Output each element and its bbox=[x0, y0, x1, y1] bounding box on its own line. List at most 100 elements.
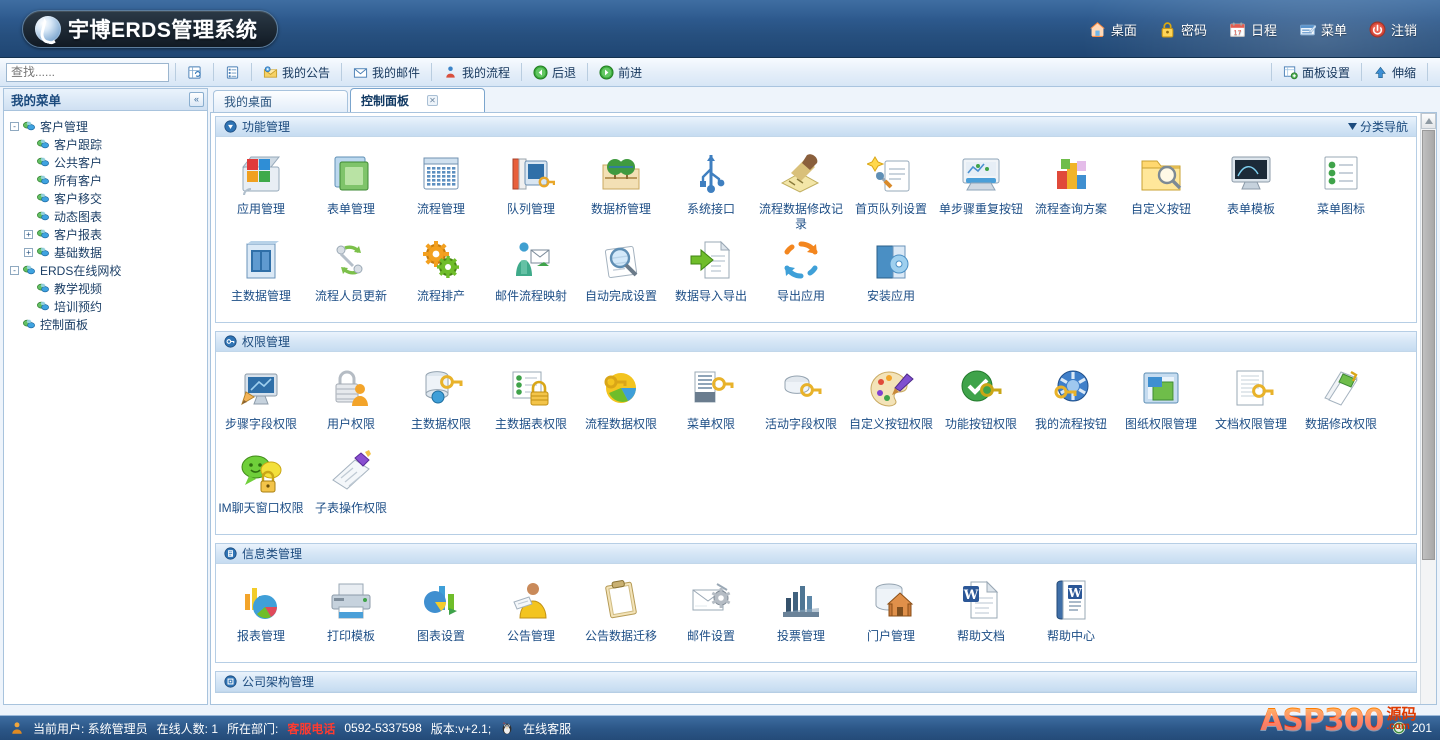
sidebar-item-1[interactable]: 客户跟踪 bbox=[10, 135, 207, 153]
app-item[interactable]: 我的流程按钮 bbox=[1026, 360, 1116, 444]
back-button[interactable]: 后退 bbox=[528, 61, 581, 83]
app-item[interactable]: 打印模板 bbox=[306, 572, 396, 656]
group-header[interactable]: 公司架构管理 bbox=[216, 672, 1416, 692]
app-item[interactable]: 数据导入导出 bbox=[666, 232, 756, 316]
panel-settings-button[interactable]: 面板设置 bbox=[1278, 61, 1355, 83]
topnav-password[interactable]: 密码 bbox=[1150, 14, 1216, 45]
app-item[interactable]: 报表管理 bbox=[216, 572, 306, 656]
app-item[interactable]: 流程排产 bbox=[396, 232, 486, 316]
app-item[interactable]: 数据修改权限 bbox=[1296, 360, 1386, 444]
menu-node-icon bbox=[37, 193, 49, 203]
app-item[interactable]: 自定义按钮 bbox=[1116, 145, 1206, 232]
qq-penguin-icon[interactable] bbox=[500, 721, 514, 735]
app-item[interactable]: 活动字段权限 bbox=[756, 360, 846, 444]
expand-collapse-button[interactable]: 伸缩 bbox=[1368, 61, 1421, 83]
app-item[interactable]: 单步骤重复按钮 bbox=[936, 145, 1026, 232]
vertical-scrollbar[interactable] bbox=[1420, 113, 1436, 704]
sidebar-item-2[interactable]: 公共客户 bbox=[10, 153, 207, 171]
app-item[interactable]: IM聊天窗口权限 bbox=[216, 444, 306, 528]
tab-close-icon[interactable]: ✕ bbox=[427, 95, 439, 106]
sidebar-item-6[interactable]: + 客户报表 bbox=[10, 225, 207, 243]
sidebar-item-9[interactable]: 教学视频 bbox=[10, 279, 207, 297]
app-item[interactable]: 邮件设置 bbox=[666, 572, 756, 656]
app-item[interactable]: 主数据管理 bbox=[216, 232, 306, 316]
sidebar-item-5[interactable]: 动态图表 bbox=[10, 207, 207, 225]
my-workflow-button[interactable]: 我的流程 bbox=[438, 61, 515, 83]
category-nav-button[interactable]: 分类导航 bbox=[1347, 118, 1408, 135]
my-announcements-button[interactable]: 我的公告 bbox=[258, 61, 335, 83]
app-item[interactable]: 流程人员更新 bbox=[306, 232, 396, 316]
app-item[interactable]: 主数据权限 bbox=[396, 360, 486, 444]
sidebar-item-11[interactable]: 控制面板 bbox=[10, 315, 207, 333]
app-item[interactable]: 用户权限 bbox=[306, 360, 396, 444]
sidebar-item-3[interactable]: 所有客户 bbox=[10, 171, 207, 189]
app-item[interactable]: 步骤字段权限 bbox=[216, 360, 306, 444]
sidebar-item-10[interactable]: 培训预约 bbox=[10, 297, 207, 315]
app-item[interactable]: 流程数据权限 bbox=[576, 360, 666, 444]
app-item[interactable]: 系统接口 bbox=[666, 145, 756, 232]
app-item[interactable]: W 帮助中心 bbox=[1026, 572, 1116, 656]
tab-control-panel[interactable]: 控制面板 ✕ bbox=[350, 88, 485, 112]
expand-icon[interactable]: + bbox=[24, 229, 33, 239]
app-item[interactable]: 导出应用 bbox=[756, 232, 846, 316]
app-item[interactable]: 首页队列设置 bbox=[846, 145, 936, 232]
app-item[interactable]: 表单管理 bbox=[306, 145, 396, 232]
sidebar-item-7[interactable]: + 基础数据 bbox=[10, 243, 207, 261]
app-item[interactable]: 投票管理 bbox=[756, 572, 846, 656]
sidebar-item-4[interactable]: 客户移交 bbox=[10, 189, 207, 207]
app-item[interactable]: 功能按钮权限 bbox=[936, 360, 1026, 444]
app-item[interactable]: 公告数据迁移 bbox=[576, 572, 666, 656]
app-item[interactable]: 应用管理 bbox=[216, 145, 306, 232]
app-item[interactable]: 菜单权限 bbox=[666, 360, 756, 444]
forward-button[interactable]: 前进 bbox=[594, 61, 647, 83]
app-item[interactable]: 主数据表权限 bbox=[486, 360, 576, 444]
app-item[interactable]: 公告管理 bbox=[486, 572, 576, 656]
group-header[interactable]: 权限管理 bbox=[216, 332, 1416, 352]
topnav-schedule[interactable]: 17 日程 bbox=[1220, 14, 1286, 45]
app-item[interactable]: 自动完成设置 bbox=[576, 232, 666, 316]
app-item[interactable]: 流程查询方案 bbox=[1026, 145, 1116, 232]
sidebar-item-8[interactable]: - ERDS在线网校 bbox=[10, 261, 207, 279]
group-header[interactable]: 功能管理 分类导航 bbox=[216, 117, 1416, 137]
content-area: 我的桌面 控制面板 ✕ 功能管理 分类导航应用管理 表单管理 流程管理 队列管理 数据桥管… bbox=[210, 88, 1437, 705]
status-support[interactable]: 在线客服 bbox=[523, 720, 571, 737]
app-item[interactable]: 文档权限管理 bbox=[1206, 360, 1296, 444]
collapse-icon[interactable]: - bbox=[10, 265, 19, 275]
tab-my-desktop[interactable]: 我的桌面 bbox=[213, 90, 348, 112]
topnav-menu[interactable]: 菜单 bbox=[1290, 14, 1356, 45]
app-item[interactable]: 菜单图标 bbox=[1296, 145, 1386, 232]
app-item[interactable]: W 帮助文档 bbox=[936, 572, 1026, 656]
app-item[interactable]: 数据桥管理 bbox=[576, 145, 666, 232]
toolbar-divider bbox=[1360, 63, 1362, 81]
group-header[interactable]: 信息类管理 bbox=[216, 544, 1416, 564]
topnav-logout[interactable]: 注销 bbox=[1360, 14, 1426, 45]
expand-icon[interactable]: + bbox=[24, 247, 33, 257]
app-item[interactable]: 安装应用 bbox=[846, 232, 936, 316]
sidebar-item-0[interactable]: - 客户管理 bbox=[10, 117, 207, 135]
app-item[interactable]: 子表操作权限 bbox=[306, 444, 396, 528]
collapse-icon[interactable]: - bbox=[10, 121, 19, 131]
sidebar-collapse-button[interactable]: « bbox=[189, 92, 204, 107]
app-item[interactable]: 表单模板 bbox=[1206, 145, 1296, 232]
my-mail-button[interactable]: 我的邮件 bbox=[348, 61, 425, 83]
list-view-button[interactable] bbox=[220, 61, 245, 83]
app-label: 文档权限管理 bbox=[1214, 417, 1287, 431]
search-input[interactable] bbox=[6, 62, 169, 82]
app-item[interactable]: 流程管理 bbox=[396, 145, 486, 232]
scrollbar-thumb[interactable] bbox=[1422, 130, 1435, 560]
group-title: 权限管理 bbox=[242, 335, 291, 349]
app-item[interactable]: 邮件流程映射 bbox=[486, 232, 576, 316]
topnav-desktop[interactable]: 桌面 bbox=[1080, 14, 1146, 45]
app-item[interactable]: 门户管理 bbox=[846, 572, 936, 656]
app-item[interactable]: 队列管理 bbox=[486, 145, 576, 232]
sidebar-item-label: 客户管理 bbox=[40, 119, 89, 134]
scrollbar-up-button[interactable] bbox=[1421, 113, 1436, 129]
toolbar-label: 前进 bbox=[618, 65, 643, 80]
grid-refresh-button[interactable] bbox=[182, 61, 207, 83]
watermark-main: ASP300 bbox=[1260, 703, 1384, 738]
app-item[interactable]: 流程数据修改记录 bbox=[756, 145, 846, 232]
app-item[interactable]: 图纸权限管理 bbox=[1116, 360, 1206, 444]
app-item[interactable]: 图表设置 bbox=[396, 572, 486, 656]
app-item[interactable]: 自定义按钮权限 bbox=[846, 360, 936, 444]
